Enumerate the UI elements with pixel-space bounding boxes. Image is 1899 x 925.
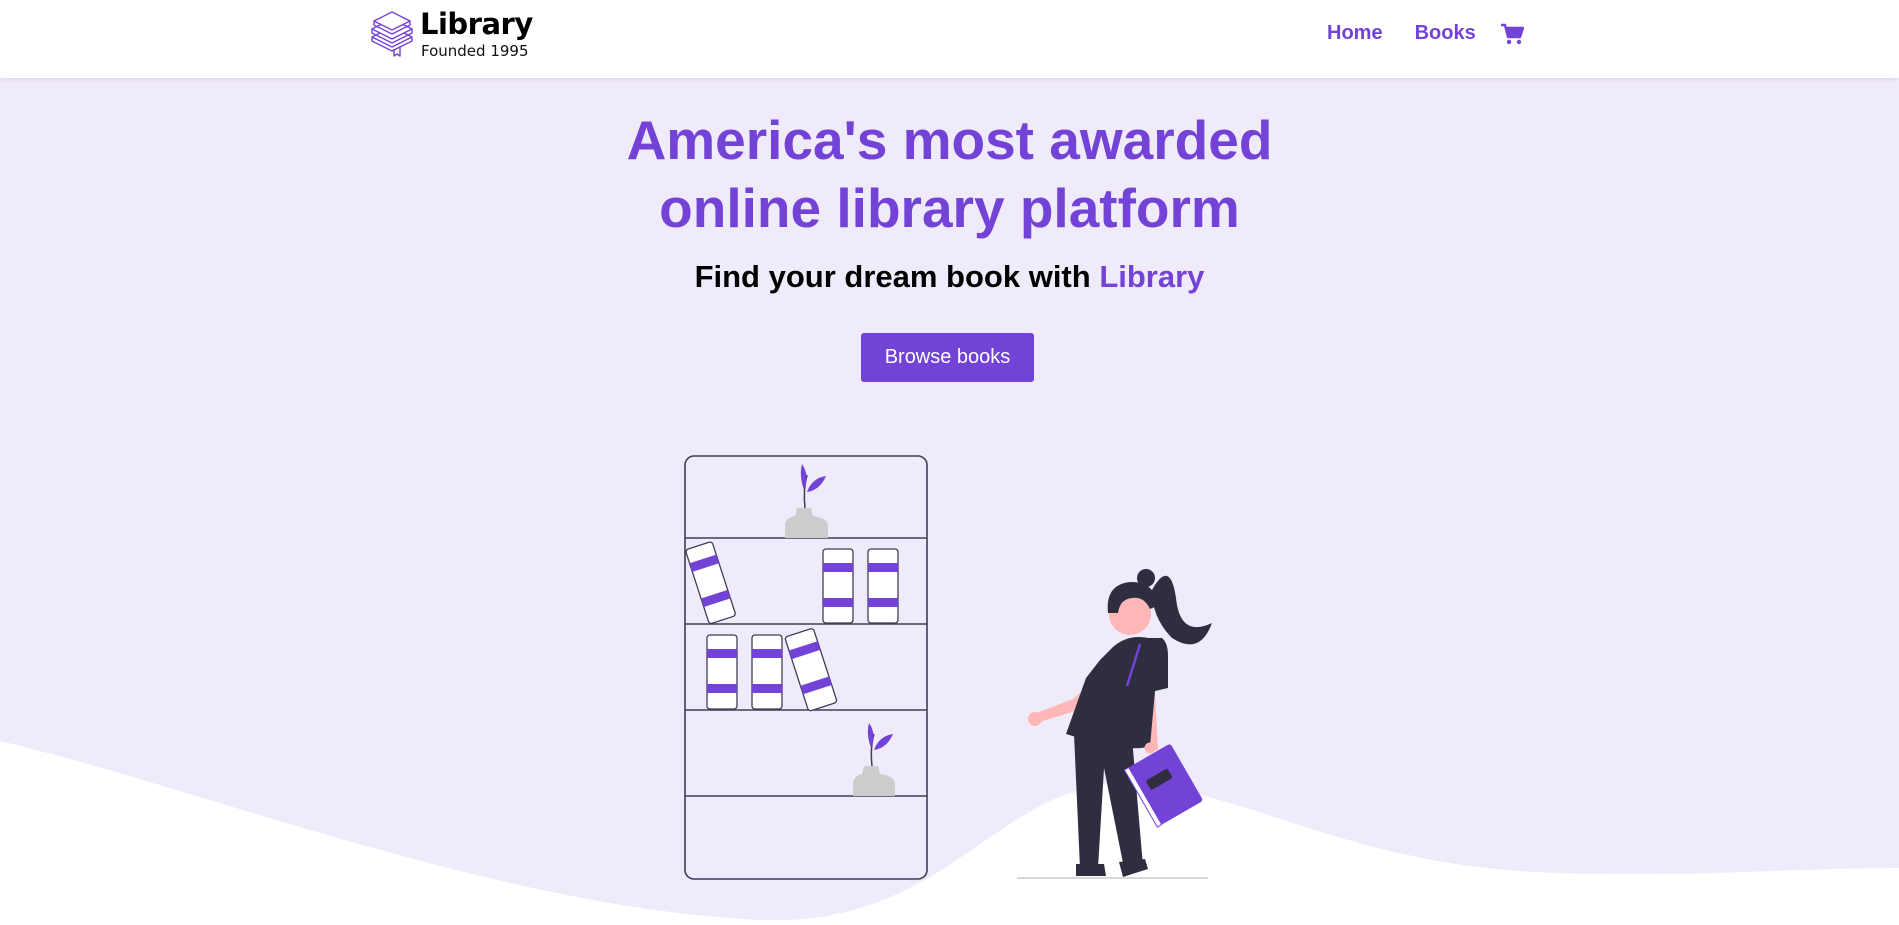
nav-link-books[interactable]: Books	[1415, 22, 1476, 45]
navbar: Library Founded 1995 Home Books	[0, 0, 1899, 78]
hero-section: America's most awarded online library pl…	[0, 78, 1899, 925]
library-illustration	[684, 455, 1212, 880]
nav-link-home[interactable]: Home	[1327, 22, 1383, 45]
bookshelf-illustration	[684, 455, 928, 880]
logo[interactable]: Library Founded 1995	[370, 8, 533, 60]
shopping-cart-icon[interactable]	[1500, 23, 1524, 45]
reader-figure-illustration	[1017, 569, 1212, 879]
logo-title: Library	[420, 6, 533, 41]
book-stack-icon	[371, 11, 413, 57]
logo-subtitle: Founded 1995	[421, 41, 529, 60]
nav-links: Home Books	[1327, 22, 1524, 45]
